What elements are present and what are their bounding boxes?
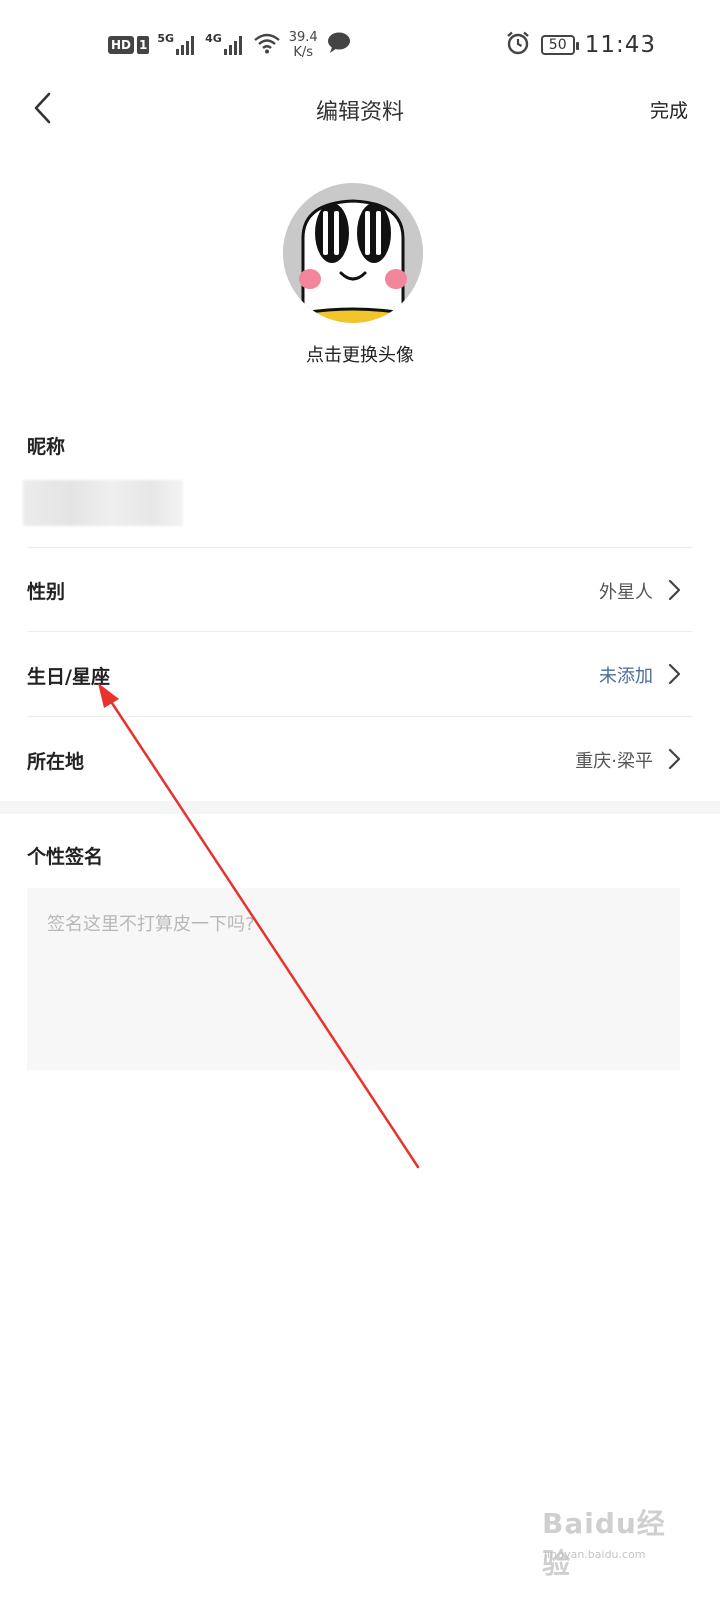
page-title: 编辑资料	[315, 100, 404, 125]
birthday-label: 生日/星座	[27, 666, 110, 688]
hd-label: HD	[108, 36, 135, 54]
back-button[interactable]	[20, 86, 64, 130]
change-avatar-hint[interactable]: 点击更换头像	[0, 341, 720, 367]
status-bar: HD 1 5G 4G 39.4 K/s 50 11:43	[0, 0, 720, 90]
net-4g-label: 4G	[205, 32, 222, 45]
gender-row[interactable]: 性别 外星人	[0, 548, 720, 632]
message-icon	[326, 31, 352, 59]
chevron-right-icon	[668, 579, 681, 601]
baidu-jingyan-watermark: Baidu经验 jingyan.baidu.com	[542, 1492, 692, 1580]
sim-label: 1	[137, 36, 150, 54]
status-time: 11:43	[584, 32, 656, 58]
avatar[interactable]	[283, 183, 423, 323]
done-button[interactable]: 完成	[650, 96, 688, 123]
birthday-value: 未添加	[599, 666, 653, 687]
location-value: 重庆·梁平	[575, 751, 653, 772]
chevron-right-icon	[668, 663, 681, 685]
speed-value: 39.4	[288, 30, 318, 45]
battery-level: 50	[548, 37, 567, 53]
chevron-right-icon	[668, 748, 681, 770]
avatar-cartoon-image	[283, 183, 423, 323]
status-left-group: HD 1 5G 4G 39.4 K/s	[108, 28, 352, 62]
location-label: 所在地	[27, 751, 85, 773]
section-separator	[0, 801, 720, 814]
network-speed: 39.4 K/s	[289, 30, 318, 60]
location-row[interactable]: 所在地 重庆·梁平	[0, 717, 720, 801]
alarm-icon	[505, 30, 531, 60]
signal-4g-icon: 4G	[205, 32, 245, 56]
net-5g-label: 5G	[157, 32, 175, 45]
watermark-sub: jingyan.baidu.com	[544, 1548, 646, 1561]
speed-unit: K/s	[293, 45, 314, 60]
chevron-left-icon	[34, 92, 51, 124]
nickname-label: 昵称	[27, 436, 66, 458]
watermark-main: Baidu经验	[542, 1507, 666, 1580]
birthday-row[interactable]: 生日/星座 未添加	[0, 632, 720, 716]
battery-icon: 50	[540, 35, 579, 55]
signature-label: 个性签名	[27, 846, 104, 868]
signature-placeholder: 签名这里不打算皮一下吗?	[47, 914, 255, 935]
signature-input[interactable]: 签名这里不打算皮一下吗?	[27, 888, 680, 1070]
signal-5g-icon: 5G	[157, 32, 197, 56]
nickname-field[interactable]	[23, 480, 183, 526]
hd-voice-icon: HD 1	[108, 36, 150, 54]
gender-value: 外星人	[599, 582, 653, 603]
gender-label: 性别	[27, 581, 66, 603]
wifi-icon	[253, 32, 281, 58]
status-right-group: 50 11:43	[505, 28, 656, 62]
